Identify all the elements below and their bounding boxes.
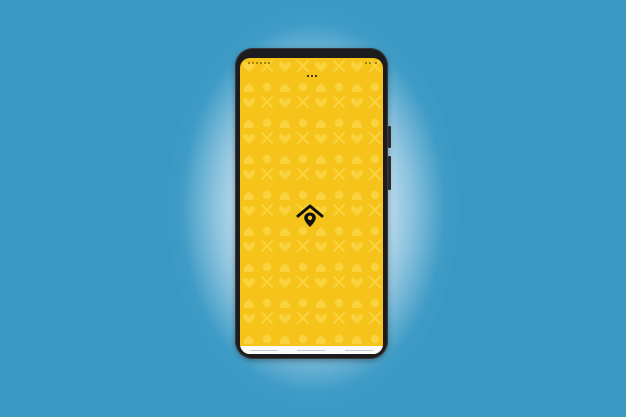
wifi-icon xyxy=(365,62,367,64)
dot xyxy=(310,74,314,78)
notification-icon xyxy=(264,62,266,64)
power-button xyxy=(388,126,391,148)
house-location-pin-icon xyxy=(296,204,324,227)
nav-back-indicator[interactable] xyxy=(249,349,278,351)
status-bar xyxy=(240,58,383,68)
status-left xyxy=(246,62,270,64)
navigation-bar xyxy=(240,346,383,354)
dot xyxy=(314,74,318,78)
phone-device xyxy=(235,48,391,359)
nav-home-indicator[interactable] xyxy=(297,349,326,351)
app-splash-screen xyxy=(240,58,383,354)
notification-icon xyxy=(252,62,254,64)
notification-icon xyxy=(248,62,250,64)
notification-icon xyxy=(268,62,270,64)
dot xyxy=(306,74,310,78)
volume-button xyxy=(388,156,391,190)
notification-icon xyxy=(256,62,258,64)
notification-icon xyxy=(260,62,262,64)
more-dots-icon[interactable] xyxy=(305,73,319,79)
status-right xyxy=(365,62,377,64)
nav-recents-indicator[interactable] xyxy=(345,349,374,351)
signal-icon xyxy=(369,62,371,64)
battery-icon xyxy=(375,62,377,64)
